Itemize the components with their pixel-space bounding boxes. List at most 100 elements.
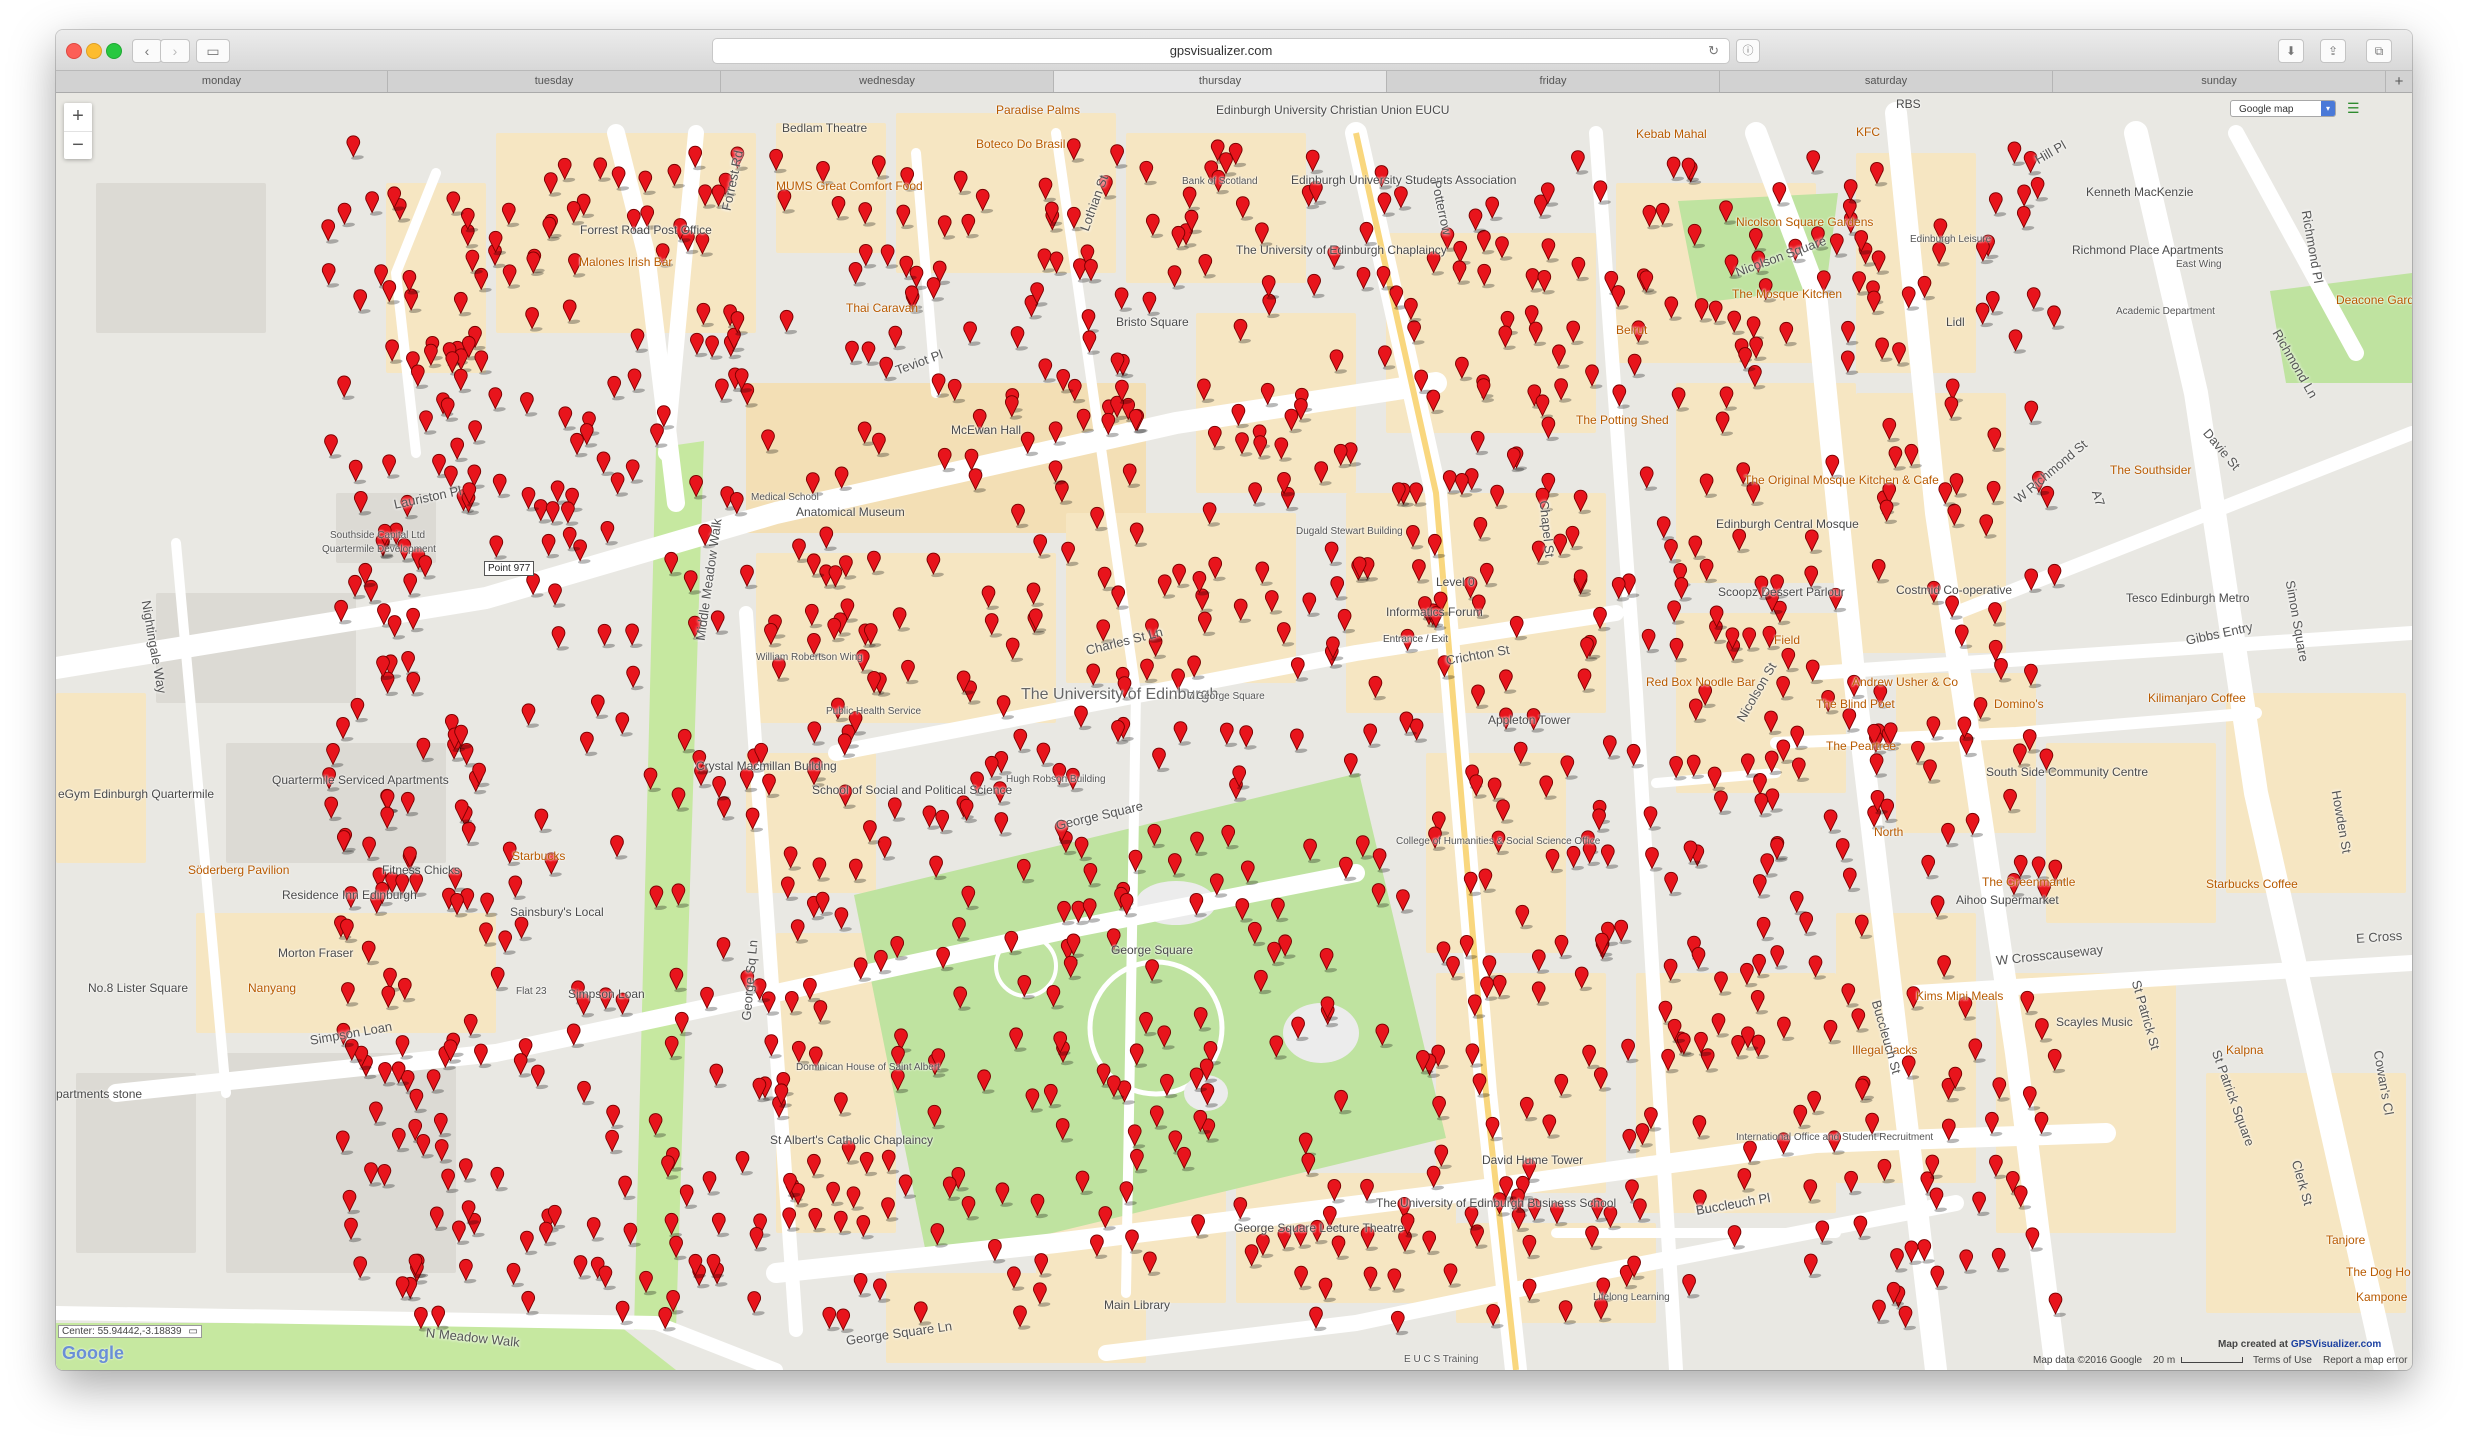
map-place-label[interactable]: Lifelong Learning (1593, 1291, 1670, 1305)
map-place-label[interactable]: Bedlam Theatre (782, 121, 867, 135)
map-place-label[interactable]: Thai Caravan (846, 301, 918, 315)
map-place-label[interactable]: Dominican House of Saint Albert (796, 1061, 940, 1075)
crosshair-icon[interactable]: ▭ (188, 1326, 197, 1337)
map-place-label[interactable]: Anatomical Museum (796, 505, 905, 519)
tabs-overview-button[interactable]: ⧉ (2366, 39, 2392, 63)
map-place-label[interactable]: George Square Lecture Theatre (1234, 1221, 1404, 1235)
map-place-label[interactable]: Deacone Garde (2336, 293, 2412, 307)
map-place-label[interactable]: Southside Capital Ltd (330, 529, 425, 543)
forward-button[interactable]: › (160, 39, 190, 63)
map-place-label[interactable]: The Dog Ho (2346, 1265, 2411, 1279)
map-place-label[interactable]: Bank of Scotland (1182, 175, 1258, 189)
reload-icon[interactable]: ↻ (1708, 39, 1719, 63)
map-place-label[interactable]: Fitness Chicks (382, 863, 460, 877)
map-place-label[interactable]: 7 George Square (1188, 690, 1265, 704)
map-place-label[interactable]: Nicolson Square Gardens (1736, 215, 1873, 229)
address-bar[interactable]: gpsvisualizer.com ↻ (712, 38, 1730, 64)
map-place-label[interactable]: South Side Community Centre (1986, 765, 2148, 779)
map-place-label[interactable]: Kebab Mahal (1636, 127, 1707, 141)
map-place-label[interactable]: Kampone (2356, 1290, 2407, 1304)
terms-link[interactable]: Terms of Use (2253, 1355, 2312, 1366)
map-place-label[interactable]: Söderberg Pavilion (188, 863, 289, 877)
zoom-window-button[interactable] (106, 43, 122, 59)
map-place-label[interactable]: Andrew Usher & Co (1852, 675, 1958, 689)
map-place-label[interactable]: Public Health Service (826, 705, 921, 719)
map-place-label[interactable]: partments stone (56, 1087, 142, 1101)
map-place-label[interactable]: Quartermile Serviced Apartments (272, 773, 449, 787)
map-place-label[interactable]: Appleton Tower (1488, 713, 1571, 727)
map-place-label[interactable]: Kilimanjaro Coffee (2148, 691, 2246, 705)
map-place-label[interactable]: Scayles Music (2056, 1015, 2133, 1029)
map-place-label[interactable]: Richmond Place Apartments (2072, 243, 2223, 257)
close-window-button[interactable] (66, 43, 82, 59)
map-place-label[interactable]: Kims Mini Meals (1916, 989, 2003, 1003)
map-place-label[interactable]: Edinburgh University Christian Union EUC… (1216, 103, 1449, 117)
map-place-label[interactable]: The University of Edinburgh Chaplaincy (1236, 243, 1447, 257)
map-place-label[interactable]: Domino's (1994, 697, 2044, 711)
tab-sunday[interactable]: sunday (2053, 71, 2386, 92)
tab-saturday[interactable]: saturday (1720, 71, 2053, 92)
map-place-label[interactable]: Red Box Noodle Bar (1646, 675, 1755, 689)
map-place-label[interactable]: Starbucks Coffee (2206, 877, 2298, 891)
map-place-label[interactable]: Dugald Stewart Building (1296, 525, 1403, 539)
map-place-label[interactable]: eGym Edinburgh Quartermile (58, 787, 214, 801)
map-place-label[interactable]: Costmid Co-operative (1896, 583, 2012, 597)
zoom-out-button[interactable]: − (64, 132, 92, 160)
map-place-label[interactable]: The University of Edinburgh Business Sch… (1376, 1196, 1616, 1210)
minimize-window-button[interactable] (86, 43, 102, 59)
map-place-label[interactable]: Quartermile Development (322, 543, 436, 557)
map-place-label[interactable]: East Wing (2176, 258, 2222, 272)
reader-button[interactable]: ⓘ (1736, 39, 1760, 63)
tab-monday[interactable]: monday (56, 71, 388, 92)
map-place-label[interactable]: The Potting Shed (1576, 413, 1669, 427)
downloads-button[interactable]: ⬇ (2278, 39, 2304, 63)
map-place-label[interactable]: George Square (1111, 943, 1193, 957)
map-place-label[interactable]: School of Social and Political Science (812, 783, 1012, 797)
map-place-label[interactable]: Hugh Robson Building (1006, 773, 1106, 787)
map-place-label[interactable]: Bristo Square (1116, 315, 1189, 329)
map-place-label[interactable]: Forrest Road Post Office (580, 223, 712, 237)
map-place-label[interactable]: Field (1774, 633, 1800, 647)
map-place-label[interactable]: Flat 23 (516, 985, 547, 999)
map-place-label[interactable]: Simpson Loan (568, 987, 645, 1001)
map-place-label[interactable]: College of Humanities & Social Science O… (1396, 835, 1600, 849)
share-button[interactable]: ⇪ (2320, 39, 2346, 63)
map-place-label[interactable]: Level 0 (1436, 575, 1475, 589)
map-place-label[interactable]: Aihoo Supermarket (1956, 893, 2059, 907)
map-place-label[interactable]: Paradise Palms (996, 103, 1080, 117)
map-place-label[interactable]: Boteco Do Brasil (976, 137, 1065, 151)
back-button[interactable]: ‹ (132, 39, 162, 63)
map-place-label[interactable]: International Office and Student Recruit… (1736, 1131, 1933, 1145)
map-place-label[interactable]: Beirut (1616, 323, 1647, 337)
map-place-label[interactable]: RBS (1896, 97, 1921, 111)
map-place-label[interactable]: Informatics Forum (1386, 605, 1483, 619)
map-canvas[interactable] (56, 93, 2412, 1370)
tab-wednesday[interactable]: wednesday (721, 71, 1054, 92)
map-place-label[interactable]: The Original Mosque Kitchen & Cafe (1744, 473, 1939, 487)
map-place-label[interactable]: Kenneth MacKenzie (2086, 185, 2193, 199)
map-place-label[interactable]: Medical School (751, 491, 819, 505)
map-place-label[interactable]: David Hume Tower (1482, 1153, 1583, 1167)
map-place-label[interactable]: Morton Fraser (278, 946, 353, 960)
map-place-label[interactable]: Malones Irish Bar (579, 255, 672, 269)
map-place-label[interactable]: Entrance / Exit (1383, 633, 1448, 647)
map-place-label[interactable]: William Robertson Wing (756, 651, 863, 665)
map-place-label[interactable]: Edinburgh University Students Associatio… (1291, 173, 1516, 187)
map-place-label[interactable]: Scoopz Dessert Parlour (1718, 585, 1845, 599)
map-place-label[interactable]: Tanjore (2326, 1233, 2365, 1247)
map-place-label[interactable]: St Albert's Catholic Chaplaincy (770, 1133, 933, 1147)
map-place-label[interactable]: McEwan Hall (951, 423, 1021, 437)
tab-friday[interactable]: friday (1387, 71, 1720, 92)
map-place-label[interactable]: The Greenmantle (1982, 875, 2075, 889)
tab-thursday[interactable]: thursday (1054, 71, 1387, 92)
map-type-select[interactable]: Google map ▾ (2230, 100, 2336, 117)
map-place-label[interactable]: Starbucks (512, 849, 565, 863)
map-place-label[interactable]: No.8 Lister Square (88, 981, 188, 995)
map-place-label[interactable]: Academic Department (2116, 305, 2215, 319)
report-error-link[interactable]: Report a map error (2323, 1355, 2407, 1366)
map-place-label[interactable]: The Southsider (2110, 463, 2191, 477)
map-place-label[interactable]: Kalpna (2226, 1043, 2263, 1057)
map-view[interactable]: Paradise Palms Bedlam Theatre Boteco Do Br… (56, 93, 2412, 1370)
map-place-label[interactable]: Edinburgh Leisure (1910, 233, 1991, 247)
hamburger-menu-icon[interactable]: ☰ (2347, 101, 2360, 115)
